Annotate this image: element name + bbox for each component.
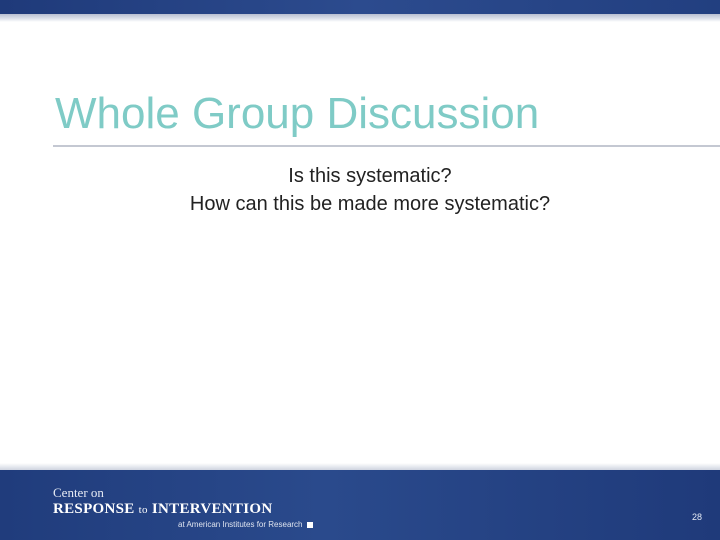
slide-number: 28 [691,512,702,522]
logo-square-icon [306,521,313,528]
footer-shadow [0,463,720,470]
logo-word-to: to [138,504,148,516]
top-header-band [0,0,720,14]
top-header-shadow [0,14,720,22]
slide-title: Whole Group Discussion [55,89,540,138]
slide-body: Is this systematic? How can this be made… [0,162,720,218]
body-line-question-2: How can this be made more systematic? [189,193,551,215]
title-divider [53,145,720,147]
logo-line-center-on: Center on [53,485,104,500]
logo-air-text: at American Institutes for Research [178,520,303,529]
logo-line-air: at American Institutes for Research [178,519,313,531]
logo-word-response: RESPONSE [53,501,135,517]
logo-line-response-to-intervention: RESPONSE to INTERVENTION [53,500,313,519]
rti-logo: Center on RESPONSE to INTERVENTION at Am… [53,486,313,531]
footer-band: Center on RESPONSE to INTERVENTION at Am… [0,470,720,540]
logo-word-intervention: INTERVENTION [151,501,273,517]
body-line-question-1: Is this systematic? [288,165,452,187]
